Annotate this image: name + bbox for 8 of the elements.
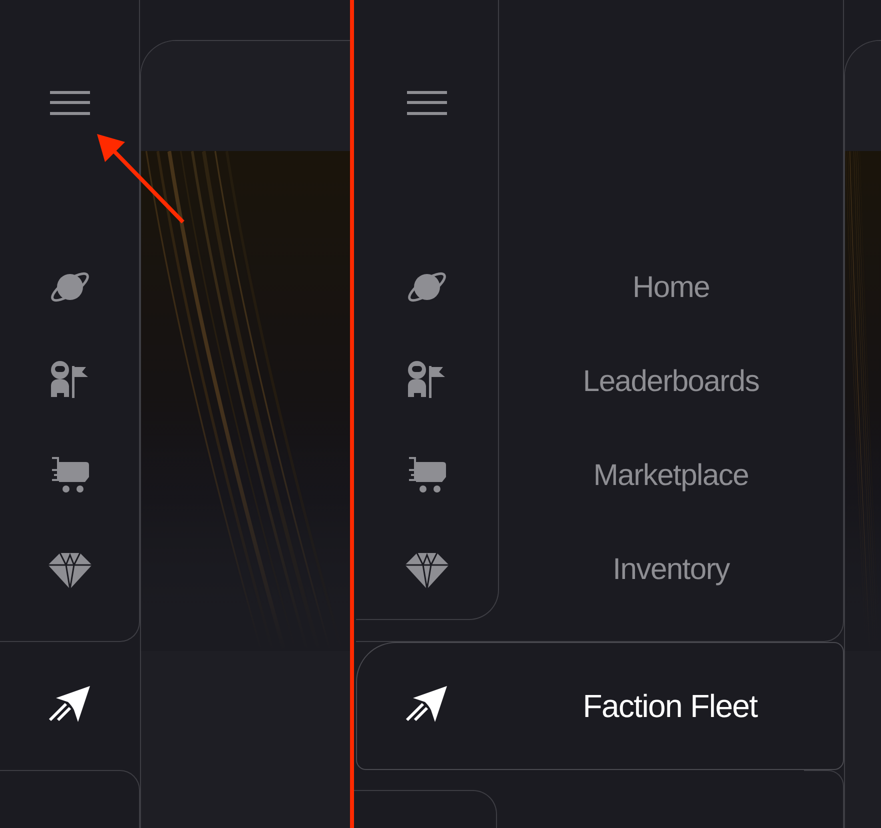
nav-link[interactable]: Marketplace [593,452,749,498]
nav-link[interactable]: Home [632,264,710,310]
nav-label: Faction Fleet [582,687,759,726]
menu-icon [407,88,447,118]
nav-link[interactable]: Leaderboards [582,358,760,404]
menu-icon [50,88,90,118]
nav-item[interactable]: Faction Fleet [356,642,844,770]
nav-link[interactable]: Inventory [612,546,730,592]
